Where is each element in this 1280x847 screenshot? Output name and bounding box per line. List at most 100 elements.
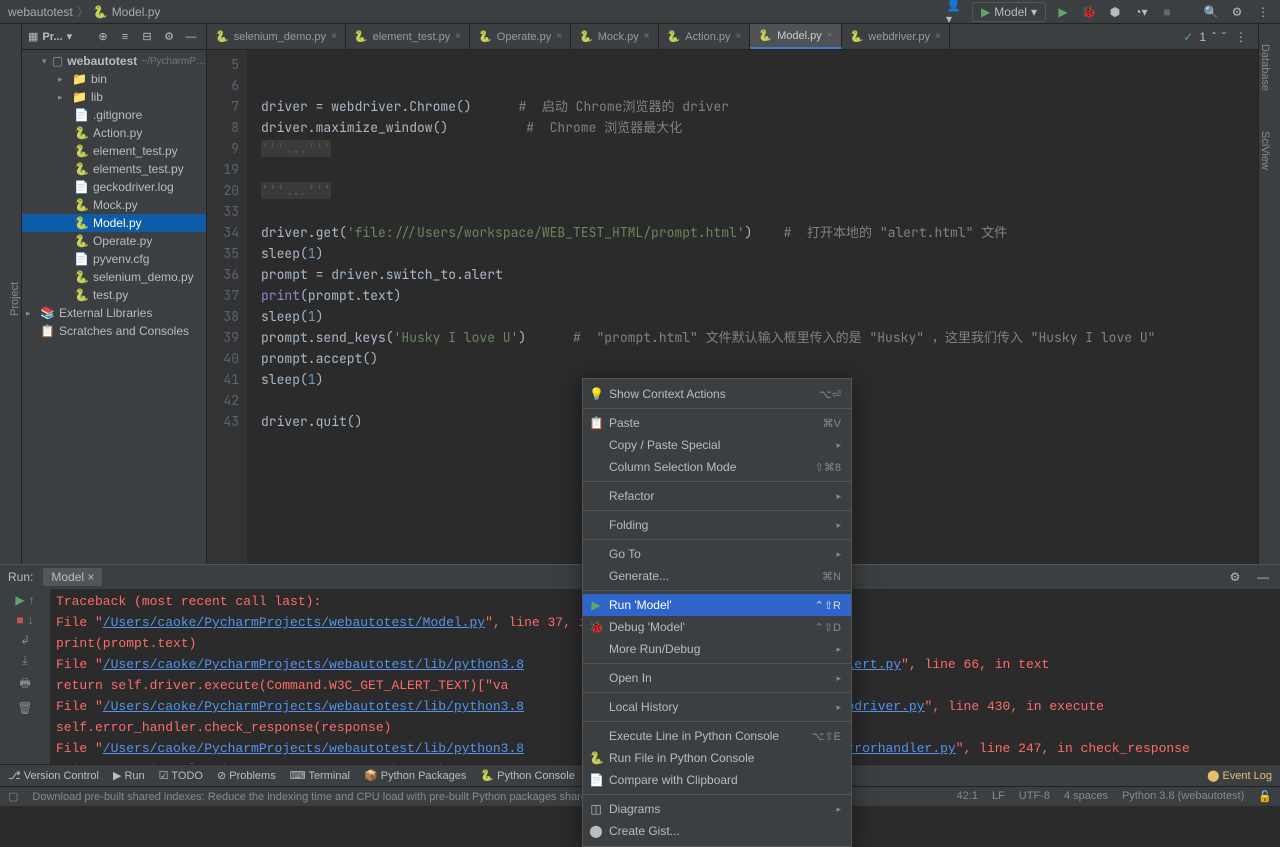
menu-folding[interactable]: Folding▸ (583, 514, 851, 536)
menu-goto[interactable]: Go To▸ (583, 543, 851, 565)
editor-tab[interactable]: 🐍selenium_demo.py× (207, 24, 346, 49)
clear-icon[interactable]: 🗑 (17, 701, 32, 715)
editor-tab-active[interactable]: 🐍Model.py× (750, 24, 841, 49)
breadcrumb-project[interactable]: webautotest (8, 5, 73, 19)
tree-item[interactable]: 📄geckodriver.log (22, 178, 206, 196)
todo-tab[interactable]: ☑ TODO (159, 769, 203, 782)
tree-item-external[interactable]: ▸📚External Libraries (22, 304, 206, 322)
close-icon[interactable]: × (644, 31, 650, 42)
down-icon[interactable]: ↓ (28, 613, 34, 627)
checkmark-icon[interactable]: ✓ (1183, 30, 1193, 44)
menu-refactor[interactable]: Refactor▸ (583, 485, 851, 507)
hide-icon[interactable]: — (182, 28, 200, 46)
packages-tab[interactable]: 📦 Python Packages (364, 769, 466, 782)
console-tab[interactable]: 🐍 Python Console (480, 769, 574, 782)
menu-local-history[interactable]: Local History▸ (583, 696, 851, 718)
tree-item-selected[interactable]: 🐍Model.py (22, 214, 206, 232)
menu-open-in[interactable]: Open In▸ (583, 667, 851, 689)
python-interpreter[interactable]: Python 3.8 (webautotest) (1122, 790, 1244, 803)
close-icon[interactable]: × (556, 31, 562, 42)
debug-button[interactable]: 🐞 (1080, 3, 1098, 21)
database-tool-button[interactable]: Database (1259, 24, 1271, 91)
editor-tab[interactable]: 🐍Operate.py× (470, 24, 571, 49)
close-icon[interactable]: × (935, 31, 941, 42)
more-icon[interactable]: ⋮ (1254, 3, 1272, 21)
tree-item[interactable]: 🐍Operate.py (22, 232, 206, 250)
sciview-tool-button[interactable]: SciView (1259, 111, 1271, 170)
run-config-selector[interactable]: ▶ Model ▾ (972, 2, 1046, 22)
gear-icon[interactable]: ⚙ (160, 28, 178, 46)
hide-icon[interactable]: — (1254, 568, 1272, 586)
user-icon[interactable]: 👤▾ (946, 3, 964, 21)
tool-window-icon[interactable]: ▢ (8, 790, 18, 803)
editor-tab[interactable]: 🐍Action.py× (659, 24, 751, 49)
menu-show-context-actions[interactable]: 💡Show Context Actions⌥⏎ (583, 383, 851, 405)
file-encoding[interactable]: UTF-8 (1019, 790, 1050, 803)
tree-item[interactable]: ▸📁bin (22, 70, 206, 88)
project-panel-title[interactable]: Pr... (42, 31, 62, 43)
close-icon[interactable]: × (455, 31, 461, 42)
line-separator[interactable]: LF (992, 790, 1005, 803)
terminal-tab[interactable]: ⌨ Terminal (290, 769, 350, 782)
settings-icon[interactable]: ⚙ (1228, 3, 1246, 21)
tree-item[interactable]: ▸📁lib (22, 88, 206, 106)
gear-icon[interactable]: ⚙ (1226, 568, 1244, 586)
breadcrumb-file[interactable]: Model.py (112, 5, 161, 19)
expand-all-icon[interactable]: ≡ (116, 28, 134, 46)
menu-execute-line[interactable]: Execute Line in Python Console⌥⇧E (583, 725, 851, 747)
close-icon[interactable]: × (87, 570, 94, 584)
editor-tab[interactable]: 🐍element_test.py× (346, 24, 470, 49)
stop-button[interactable]: ■ (16, 613, 23, 627)
tree-item-scratches[interactable]: 📋Scratches and Consoles (22, 322, 206, 340)
tree-item[interactable]: 🐍selenium_demo.py (22, 268, 206, 286)
menu-run-file-console[interactable]: 🐍Run File in Python Console (583, 747, 851, 769)
editor-tab[interactable]: 🐍Mock.py× (571, 24, 659, 49)
menu-create-gist[interactable]: ⬤Create Gist... (583, 820, 851, 842)
chevron-down-icon[interactable]: ˇ (1222, 30, 1226, 44)
tree-root[interactable]: ▾ ▢ webautotest ~/PycharmP… (22, 52, 206, 70)
tree-item[interactable]: 🐍Action.py (22, 124, 206, 142)
up-icon[interactable]: ↑ (29, 593, 35, 607)
run-panel-config-tab[interactable]: Model × (43, 568, 102, 586)
tree-item[interactable]: 🐍Mock.py (22, 196, 206, 214)
stop-button[interactable]: ■ (1158, 3, 1176, 21)
run-button[interactable]: ▶ (1054, 3, 1072, 21)
collapse-all-icon[interactable]: ⊟ (138, 28, 156, 46)
indent-settings[interactable]: 4 spaces (1064, 790, 1108, 803)
soft-wrap-icon[interactable]: ↲ (20, 633, 30, 647)
close-icon[interactable]: × (331, 31, 337, 42)
tree-item[interactable]: 🐍test.py (22, 286, 206, 304)
profile-button[interactable]: ◔▾ (1132, 3, 1150, 21)
locate-icon[interactable]: ⊕ (94, 28, 112, 46)
menu-generate[interactable]: Generate...⌘N (583, 565, 851, 587)
tree-item[interactable]: 🐍elements_test.py (22, 160, 206, 178)
more-icon[interactable]: ⋮ (1232, 28, 1250, 46)
print-icon[interactable]: 🖶 (19, 674, 30, 695)
rerun-button[interactable]: ▶ (15, 593, 24, 607)
editor-tab[interactable]: 🐍webdriver.py× (842, 24, 950, 49)
chevron-down-icon[interactable]: ▾ (67, 30, 73, 43)
menu-run[interactable]: ▶Run 'Model'⌃⇧R (583, 594, 851, 616)
chevron-up-icon[interactable]: ˆ (1212, 30, 1216, 44)
menu-more-run-debug[interactable]: More Run/Debug▸ (583, 638, 851, 660)
tree-item[interactable]: 🐍element_test.py (22, 142, 206, 160)
scroll-to-end-icon[interactable]: ⤓ (22, 653, 27, 668)
project-tool-button[interactable]: Project (9, 34, 21, 564)
menu-copy-paste-special[interactable]: Copy / Paste Special▸ (583, 434, 851, 456)
tree-item[interactable]: 📄pyvenv.cfg (22, 250, 206, 268)
cursor-position[interactable]: 42:1 (957, 790, 978, 803)
lock-icon[interactable]: 🔓 (1258, 790, 1272, 803)
menu-diagrams[interactable]: ◫Diagrams▸ (583, 798, 851, 820)
search-everywhere-icon[interactable]: 🔍 (1202, 3, 1220, 21)
tree-item[interactable]: 📄.gitignore (22, 106, 206, 124)
menu-compare-clipboard[interactable]: 📄Compare with Clipboard (583, 769, 851, 791)
event-log-tab[interactable]: ⬤ Event Log (1207, 769, 1272, 782)
close-icon[interactable]: × (736, 31, 742, 42)
vcs-tab[interactable]: ⎇ Version Control (8, 769, 99, 782)
problems-tab[interactable]: ⊘ Problems (217, 769, 276, 782)
coverage-button[interactable]: ⬢ (1106, 3, 1124, 21)
menu-paste[interactable]: 📋Paste⌘V (583, 412, 851, 434)
run-tab[interactable]: ▶ Run (113, 769, 145, 782)
close-icon[interactable]: × (827, 30, 833, 41)
menu-column-selection[interactable]: Column Selection Mode⇧⌘8 (583, 456, 851, 478)
